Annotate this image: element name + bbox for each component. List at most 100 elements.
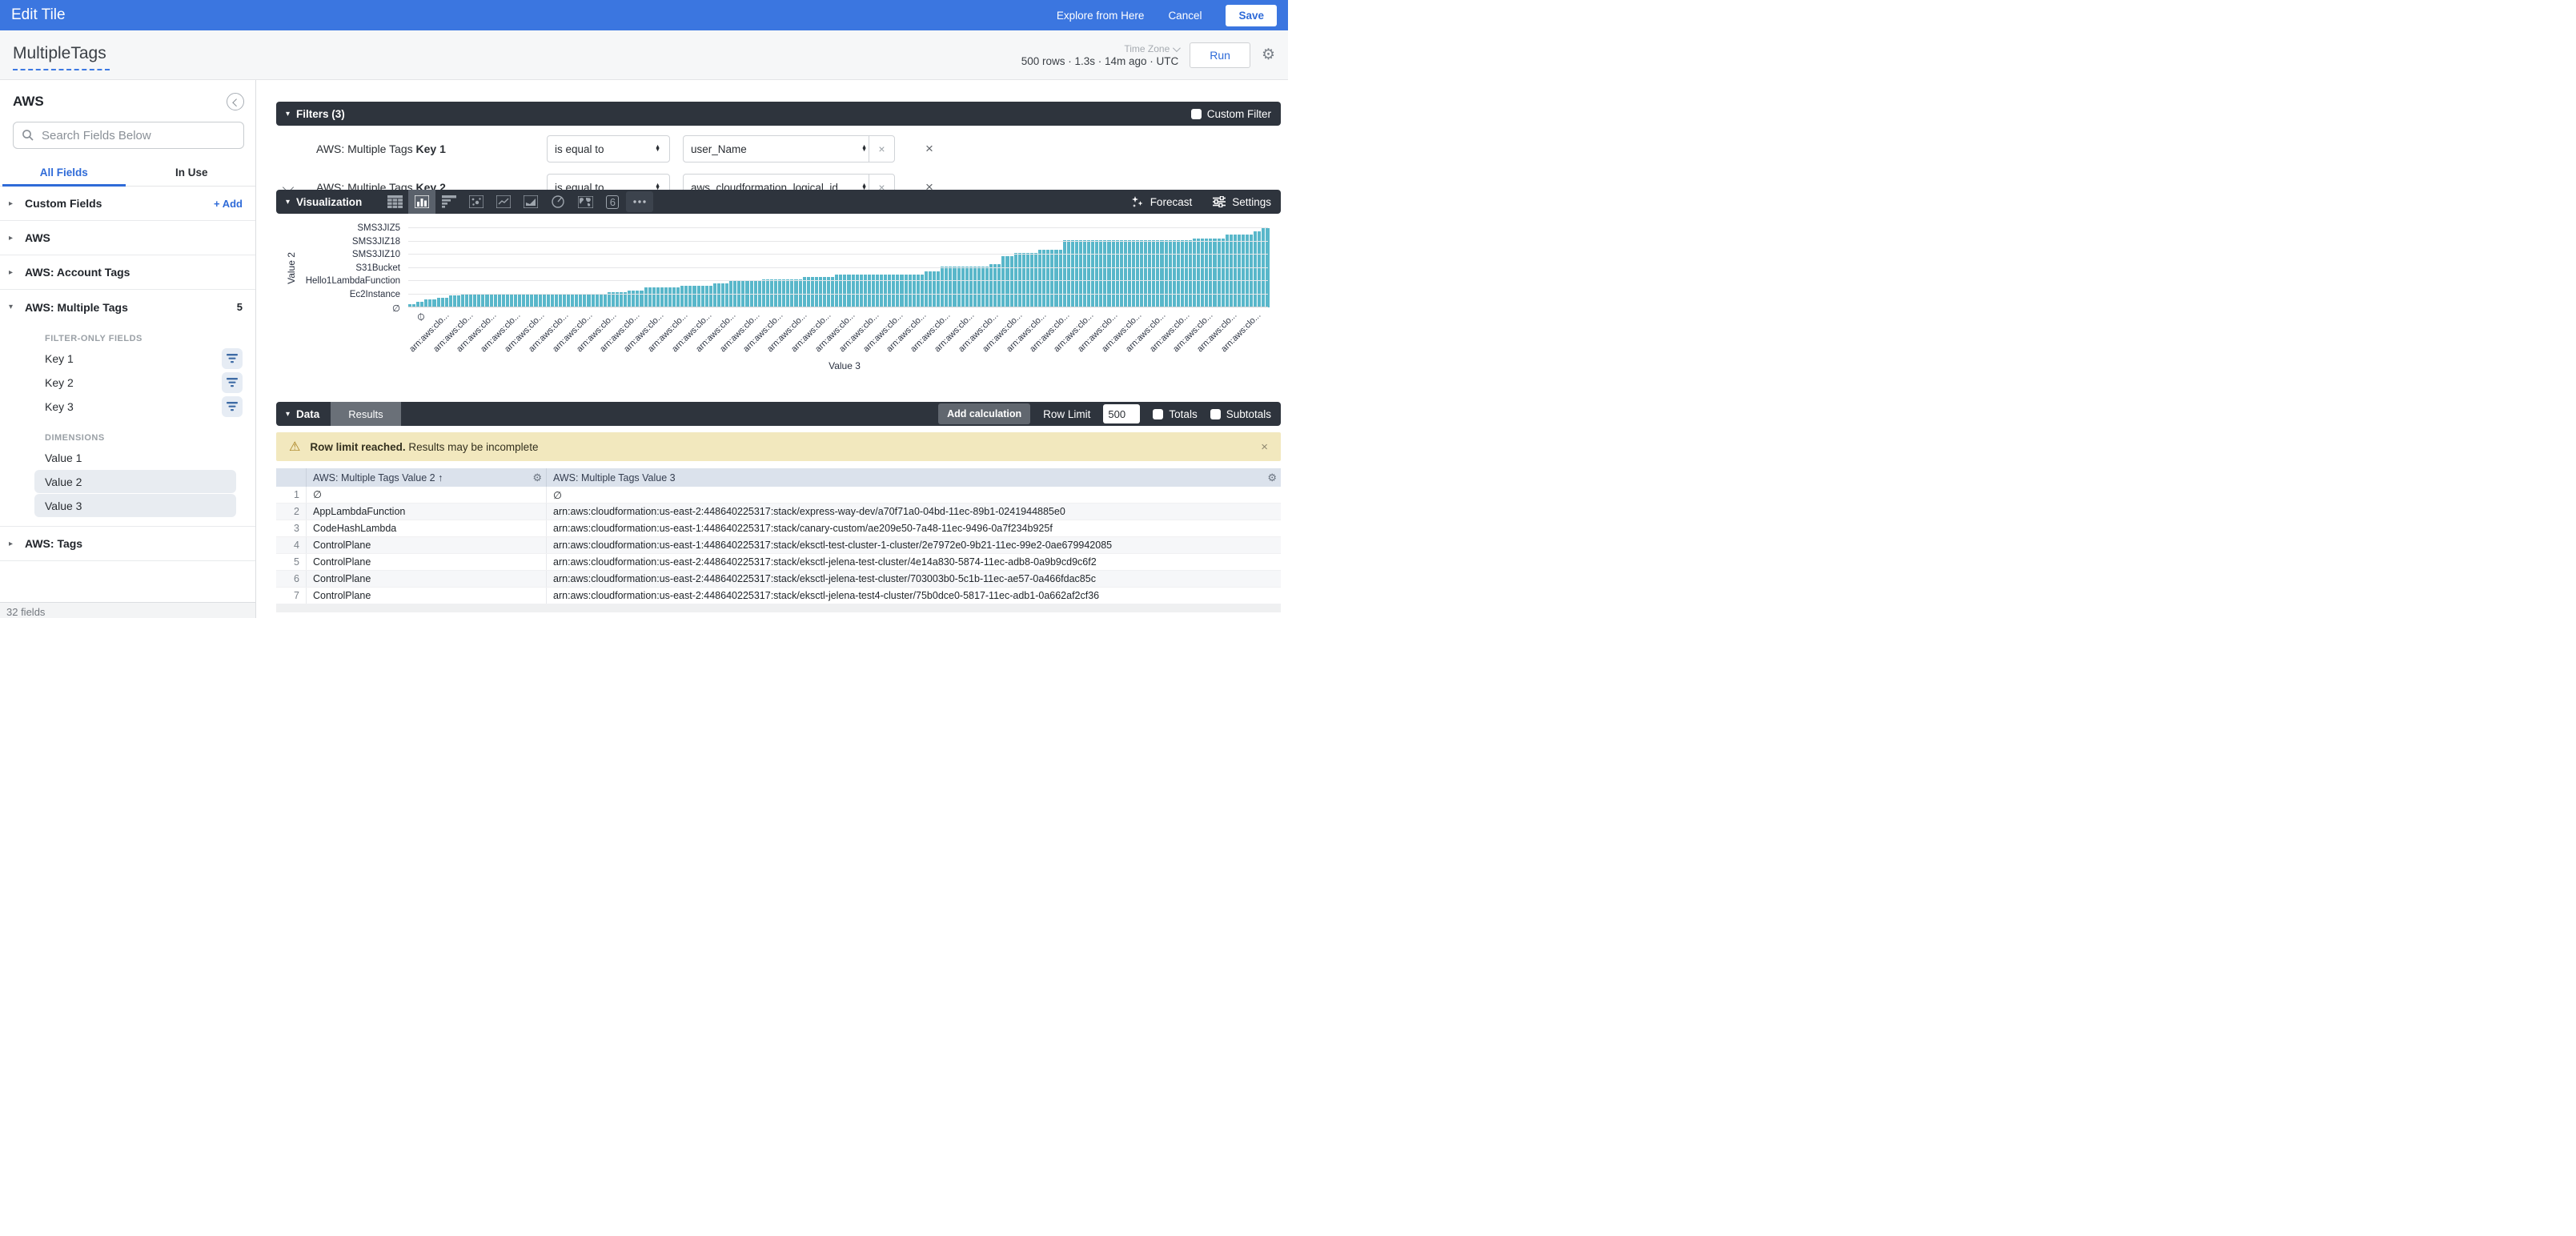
bar[interactable] xyxy=(1050,250,1053,307)
bar[interactable] xyxy=(900,275,903,307)
bar[interactable] xyxy=(530,295,533,307)
sidebar-group-aws-multiple-tags[interactable]: ▾ AWS: Multiple Tags 5 xyxy=(0,290,255,324)
bar[interactable] xyxy=(957,267,961,307)
bar[interactable] xyxy=(1181,240,1184,307)
tab-in-use[interactable]: In Use xyxy=(128,167,256,179)
bar[interactable] xyxy=(1083,240,1086,307)
bar[interactable] xyxy=(750,281,753,307)
sidebar-group-aws-account-tags[interactable]: ▸ AWS: Account Tags xyxy=(0,255,255,290)
filter-operator-select[interactable]: is equal to▲▼ xyxy=(547,135,670,163)
table-row[interactable]: 7ControlPlanearn:aws:cloudformation:us-e… xyxy=(276,588,1281,604)
bar[interactable] xyxy=(1010,256,1013,307)
bar[interactable] xyxy=(660,287,664,307)
tab-results[interactable]: Results xyxy=(331,402,400,426)
tile-name[interactable]: MultipleTags xyxy=(13,44,110,70)
dimension-field-row[interactable]: Value 2 xyxy=(34,470,236,493)
bar[interactable] xyxy=(697,286,700,307)
bar[interactable] xyxy=(1201,239,1204,307)
bar[interactable] xyxy=(551,295,554,307)
search-field-box[interactable] xyxy=(13,122,244,149)
bar[interactable] xyxy=(692,286,696,307)
bar[interactable] xyxy=(624,292,627,307)
bar[interactable] xyxy=(1205,239,1208,307)
bar[interactable] xyxy=(721,283,724,307)
bar[interactable] xyxy=(1258,231,1261,307)
bar[interactable] xyxy=(1165,240,1168,307)
table-row[interactable]: 1∅∅ xyxy=(276,487,1281,504)
bar[interactable] xyxy=(575,295,578,307)
bar[interactable] xyxy=(1103,240,1106,307)
explore-from-here-link[interactable]: Explore from Here xyxy=(1057,10,1145,22)
bar[interactable] xyxy=(1079,240,1082,307)
bar[interactable] xyxy=(977,267,981,307)
bar[interactable] xyxy=(880,275,883,307)
bar[interactable] xyxy=(1222,239,1225,307)
remove-filter-icon[interactable]: × xyxy=(925,141,933,157)
table-row[interactable]: 2AppLambdaFunctionarn:aws:cloudformation… xyxy=(276,504,1281,520)
bar[interactable] xyxy=(676,287,680,307)
bar[interactable] xyxy=(547,295,550,307)
bar[interactable] xyxy=(612,292,615,307)
bar[interactable] xyxy=(989,264,993,307)
bar[interactable] xyxy=(725,283,728,307)
bar[interactable] xyxy=(571,295,574,307)
bar[interactable] xyxy=(481,295,484,307)
bar[interactable] xyxy=(644,287,648,307)
bar[interactable] xyxy=(868,275,871,307)
bar[interactable] xyxy=(981,267,985,307)
column-gear-icon[interactable]: ⚙ xyxy=(1267,472,1277,484)
caret-down-icon[interactable]: ▾ xyxy=(9,303,22,311)
bar[interactable] xyxy=(1234,235,1237,307)
bar[interactable] xyxy=(477,295,480,307)
bar[interactable] xyxy=(1250,235,1253,307)
bar[interactable] xyxy=(563,295,566,307)
bar[interactable] xyxy=(668,287,672,307)
bar[interactable] xyxy=(449,295,452,307)
bar[interactable] xyxy=(973,267,977,307)
bar[interactable] xyxy=(754,281,757,307)
cancel-link[interactable]: Cancel xyxy=(1168,10,1202,22)
caret-right-icon[interactable]: ▸ xyxy=(9,540,22,548)
bar[interactable] xyxy=(1185,240,1188,307)
bar[interactable] xyxy=(1242,235,1245,307)
bar[interactable] xyxy=(543,295,546,307)
cell-value3[interactable]: arn:aws:cloudformation:us-east-2:4486402… xyxy=(547,590,1281,601)
clear-value-icon[interactable]: × xyxy=(869,175,894,190)
bar[interactable] xyxy=(1148,240,1151,307)
column-header-value3[interactable]: AWS: Multiple Tags Value 3 ⚙ xyxy=(547,472,1281,484)
search-input[interactable] xyxy=(42,129,235,142)
bar[interactable] xyxy=(465,295,468,307)
bar[interactable] xyxy=(473,295,476,307)
field-label[interactable]: Key 1 xyxy=(45,352,222,365)
cell-value2[interactable]: ∅ xyxy=(307,487,547,503)
table-row[interactable]: 5ControlPlanearn:aws:cloudformation:us-e… xyxy=(276,554,1281,571)
bar[interactable] xyxy=(664,287,668,307)
bar[interactable] xyxy=(1124,240,1127,307)
pie-chart-icon[interactable] xyxy=(544,190,572,214)
bar[interactable] xyxy=(1132,240,1135,307)
dismiss-warning-icon[interactable]: × xyxy=(1261,440,1268,454)
cell-value3[interactable]: arn:aws:cloudformation:us-east-2:4486402… xyxy=(547,556,1281,568)
table-icon[interactable] xyxy=(381,190,408,214)
bar[interactable] xyxy=(758,281,761,307)
bar[interactable] xyxy=(684,286,688,307)
filter-icon[interactable] xyxy=(222,372,243,393)
bar[interactable] xyxy=(941,267,944,307)
bar[interactable] xyxy=(705,286,708,307)
bar[interactable] xyxy=(461,295,464,307)
add-custom-field-button[interactable]: + Add xyxy=(214,198,243,210)
bar[interactable] xyxy=(652,287,656,307)
totals-checkbox[interactable] xyxy=(1153,409,1163,419)
bar[interactable] xyxy=(933,271,936,307)
bar[interactable] xyxy=(1128,240,1131,307)
scatter-icon[interactable] xyxy=(463,190,490,214)
cell-value2[interactable]: ControlPlane xyxy=(307,588,547,604)
bar[interactable] xyxy=(729,281,732,307)
bar[interactable] xyxy=(811,277,814,307)
add-calculation-button[interactable]: Add calculation xyxy=(938,403,1030,424)
cell-value3[interactable]: arn:aws:cloudformation:us-east-2:4486402… xyxy=(547,506,1281,517)
bar[interactable] xyxy=(490,295,493,307)
cell-value3[interactable]: ∅ xyxy=(547,489,1281,501)
bar[interactable] xyxy=(815,277,818,307)
bar[interactable] xyxy=(1063,240,1066,307)
